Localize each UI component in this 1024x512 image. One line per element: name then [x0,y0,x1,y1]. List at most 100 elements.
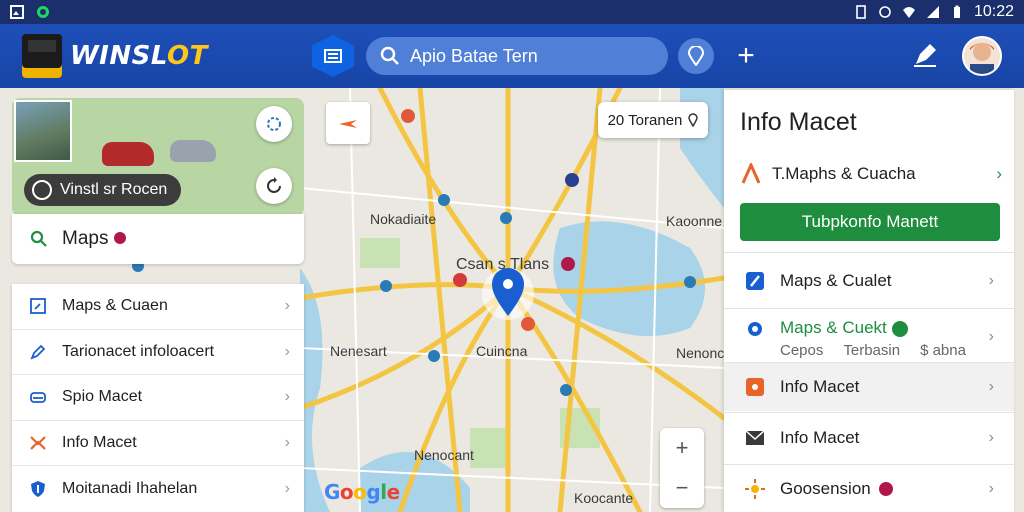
chevron-right-icon: › [284,388,290,406]
map-square-icon [28,296,48,316]
alarm-icon [879,6,891,18]
vibrate-icon [856,5,866,19]
panel-item-goosension[interactable]: Goosension › [724,466,1014,512]
orange-square-icon [744,376,766,398]
divider [724,308,1014,309]
left-menu-item-maps[interactable]: Maps & Cuaen › [12,284,304,330]
left-menu-item-info[interactable]: Tarionacet infoloacert › [12,330,304,376]
car-icon [28,387,48,407]
signal-icon [926,6,939,18]
divider [724,252,1014,253]
map-label-koocante: Koocante [574,490,634,506]
clock: 10:22 [973,3,1014,20]
left-menu-item-moitanadi[interactable]: Moitanadi Ihahelan › [12,466,304,512]
panel-item-info-macet-2[interactable]: Info Macet › [724,414,1014,462]
shield-icon [28,479,48,499]
panel-header-label: T.Maphs & Cuacha [772,164,916,183]
route-chip[interactable]: Vinstl sr Rocen [24,174,182,206]
chevron-right-icon: › [284,297,290,315]
chevron-right-icon: › [996,164,1002,183]
sun-icon [744,478,766,500]
chevron-right-icon: › [988,429,994,446]
refresh-button[interactable] [256,168,292,204]
pen-icon [28,342,48,362]
primary-action-button[interactable]: Tubpkonfo Manett [740,203,1000,241]
panel-item-label: Info Macet [780,428,860,447]
chevron-right-icon: › [988,328,994,345]
status-bar: 10:22 [0,0,1024,24]
battery-icon [953,5,960,18]
map-callout[interactable]: 20 Toranen [598,102,708,138]
chevron-right-icon: › [988,480,994,497]
search-input[interactable] [410,45,650,67]
left-menu-label: Maps & Cuaen [62,297,168,315]
sub-label: Terbasin [843,342,901,359]
refresh-icon [267,177,281,193]
map-label-nenesart: Nenesart [330,343,387,359]
panel-item-sub: Cepos Terbasin $ abna [780,342,966,359]
app-bar: WINSLOT + [0,24,1024,88]
panel-title: Info Macet [740,108,857,136]
list-icon [324,49,342,63]
logo-text: WINSLOT [70,41,208,71]
badge-icon [891,320,908,337]
avatar[interactable] [962,36,1002,76]
panel-item-label: Maps & Cuekt [780,318,887,337]
zoom-in-button[interactable]: + [660,428,704,468]
gallery-icon [10,5,24,19]
search-bar[interactable] [366,37,668,75]
wifi-icon [902,7,915,18]
panel-header-row[interactable]: T.Maphs & Cuacha › [740,162,1002,186]
google-logo: Google [324,480,400,504]
left-menu-label: Info Macet [62,434,137,452]
panel-item-maps-cuekt[interactable]: Maps & Cuekt Cepos Terbasin $ abna › [724,312,1014,362]
logo-mark-icon [22,34,62,78]
map-label-cuincna: Cuincna [476,343,528,359]
add-button[interactable]: + [732,38,760,74]
flame-icon [28,433,48,453]
search-icon [380,46,399,65]
zoom-out-button[interactable]: − [660,468,704,508]
left-menu-label: Tarionacet infoloacert [62,342,215,360]
chevron-right-icon: › [284,342,290,360]
recenter-button[interactable] [256,106,292,142]
left-menu-item-spio[interactable]: Spio Macet › [12,375,304,421]
navigate-button[interactable] [326,102,370,144]
location-button[interactable] [678,38,714,74]
route-thumbnail [14,100,72,162]
callout-text: 20 Toranen [607,111,683,129]
chevron-right-icon: › [988,378,994,395]
left-menu-item-info-macet[interactable]: Info Macet › [12,421,304,467]
crosshair-icon [267,117,281,131]
whatsapp-icon [37,6,49,18]
maps-search-field[interactable]: Maps [12,214,304,264]
red-car-icon [102,142,154,166]
notification-dot-icon [878,482,893,496]
left-menu-label: Moitanadi Ihahelan [62,480,198,498]
panel-item-label: Goosension [780,479,871,498]
location-pin-icon [688,46,704,66]
maps-search-label: Maps [62,228,109,249]
chevron-right-icon: › [988,272,994,289]
sub-label: $ abna [920,342,966,359]
sub-label: Cepos [780,342,824,359]
search-icon [30,230,47,247]
compass-icon [32,180,52,200]
app-logo[interactable]: WINSLOT [22,34,208,78]
chevron-right-icon: › [284,434,290,452]
settings-gear-icon [744,318,766,340]
map-label-center: Csan s Tlans [456,256,550,273]
map-label-nokadiaite: Nokadiaite [370,211,437,227]
panel-item-maps-cualet[interactable]: Maps & Cualet › [724,258,1014,304]
menu-hex-button[interactable] [312,35,354,77]
panel-item-info-macet-1[interactable]: Info Macet › [724,363,1014,411]
edit-button[interactable] [910,40,940,70]
map-label-kaoonne: Kaoonne [666,213,723,229]
notification-dot-icon [114,232,127,244]
mail-icon [744,427,766,449]
location-pin-icon [688,113,699,127]
compass-arrow-icon [339,120,357,128]
route-preview-card[interactable]: Vinstl sr Rocen [12,98,304,216]
zoom-control: + − [660,428,704,508]
pen-icon [914,44,936,67]
